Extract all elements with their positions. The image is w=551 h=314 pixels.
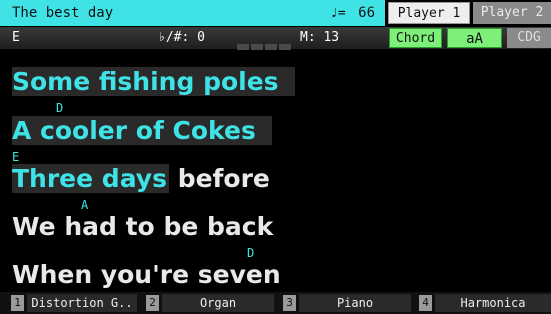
chord-label: D: [247, 246, 255, 260]
measure-counter: M: 13: [300, 30, 340, 45]
key-indicator: E: [12, 30, 20, 45]
song-title: The best day: [12, 5, 114, 21]
track-name: Piano: [299, 294, 411, 312]
song-title-area[interactable]: The best day ♩= 66: [0, 0, 385, 26]
cdg-button[interactable]: CDG: [507, 28, 551, 48]
title-bar: The best day ♩= 66 Player 1 Player 2: [0, 0, 551, 26]
track-number: 4: [419, 295, 432, 311]
transpose-indicator: ♭/#: 0: [158, 30, 205, 45]
info-bar: E ♭/#: 0 M: 13 Chord aA CDG: [0, 27, 551, 50]
track-bar: 1 Distortion G.. 2 Organ 3 Piano 4 Harmo…: [0, 292, 551, 314]
track-number: 1: [11, 295, 24, 311]
lyric-highlighted: Three days: [12, 164, 169, 193]
font-size-button[interactable]: aA: [447, 28, 502, 48]
lyric-highlighted: A cooler of Cokes: [12, 116, 272, 145]
track-name: Harmonica: [435, 294, 551, 312]
chord-label: D: [56, 101, 64, 115]
track-number: 3: [283, 295, 296, 311]
tempo-value: 66: [358, 5, 375, 21]
measure-progress: [237, 35, 297, 50]
chord-label: A: [81, 198, 89, 212]
lyric-line-3: Three days before: [12, 163, 270, 195]
tab-player-2[interactable]: Player 2: [473, 2, 551, 24]
chord-label: E: [12, 150, 20, 164]
lyric-text: When you're seven: [12, 260, 281, 289]
lyric-line-1: Some fishing poles: [12, 66, 295, 98]
tempo-symbol: ♩=: [330, 6, 346, 21]
lyric-text: before: [177, 164, 270, 193]
lyric-highlighted: Some fishing poles: [12, 67, 295, 96]
lyric-line-5: When you're seven: [12, 259, 281, 291]
lyric-line-2: A cooler of Cokes: [12, 115, 272, 147]
lyric-text: We had to be back: [12, 212, 274, 241]
tab-player-1[interactable]: Player 1: [388, 2, 470, 24]
track-name: Distortion G..: [27, 294, 137, 312]
chord-button[interactable]: Chord: [389, 28, 442, 48]
lyric-line-4: We had to be back: [12, 211, 273, 243]
tempo-display: ♩= 66: [330, 0, 375, 27]
track-name: Organ: [162, 294, 274, 312]
track-number: 2: [146, 295, 159, 311]
